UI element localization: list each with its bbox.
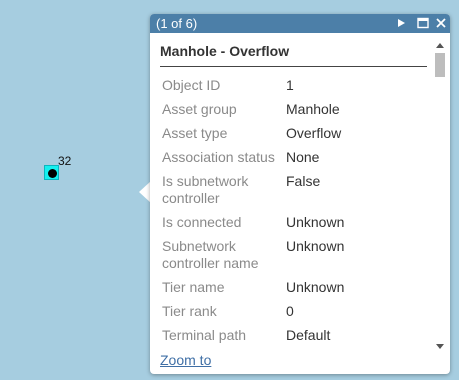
feature-popup: (1 of 6) Manhole - Overflow Object ID 1 … (150, 14, 450, 374)
field-name: Is subnetwork controller (162, 173, 249, 206)
selected-manhole-feature[interactable] (44, 165, 59, 180)
manhole-point-symbol (48, 169, 57, 178)
field-value: Unknown (286, 279, 345, 295)
field-name: Subnetwork controller name (162, 238, 259, 271)
popup-feature-count: (1 of 6) (156, 16, 198, 31)
field-value: Unknown (286, 238, 345, 254)
popup-title: Manhole - Overflow (160, 43, 290, 59)
field-name: Asset group (162, 101, 237, 117)
field-value: 0 (286, 303, 294, 319)
field-name: Asset type (162, 125, 228, 141)
field-value: Overflow (286, 125, 342, 141)
scroll-up-icon[interactable] (436, 37, 444, 48)
scroll-thumb[interactable] (435, 53, 445, 77)
field-value: Unknown (286, 214, 345, 230)
popup-scrollbar[interactable] (434, 37, 446, 349)
field-name: Object ID (162, 77, 221, 93)
field-name: Tier rank (162, 303, 217, 319)
field-name: Terminal path (162, 327, 247, 343)
close-icon[interactable] (434, 16, 448, 30)
maximize-icon[interactable] (416, 16, 430, 30)
popup-header: (1 of 6) (150, 14, 450, 33)
field-name: Is connected (162, 214, 242, 230)
field-value: Manhole (286, 101, 340, 117)
title-divider (160, 66, 427, 67)
next-icon[interactable] (394, 16, 408, 30)
field-value: 1 (286, 77, 294, 93)
field-value: False (286, 173, 321, 189)
scroll-down-icon[interactable] (436, 337, 444, 349)
field-value: Default (286, 327, 331, 343)
zoom-to-link[interactable]: Zoom to (160, 352, 211, 369)
field-name: Association status (162, 149, 275, 165)
field-value: None (286, 149, 320, 165)
field-name: Tier name (162, 279, 225, 295)
attribute-list[interactable]: Object ID 1 Asset group Manhole Asset ty… (150, 69, 433, 354)
feature-label: 32 (58, 154, 72, 168)
